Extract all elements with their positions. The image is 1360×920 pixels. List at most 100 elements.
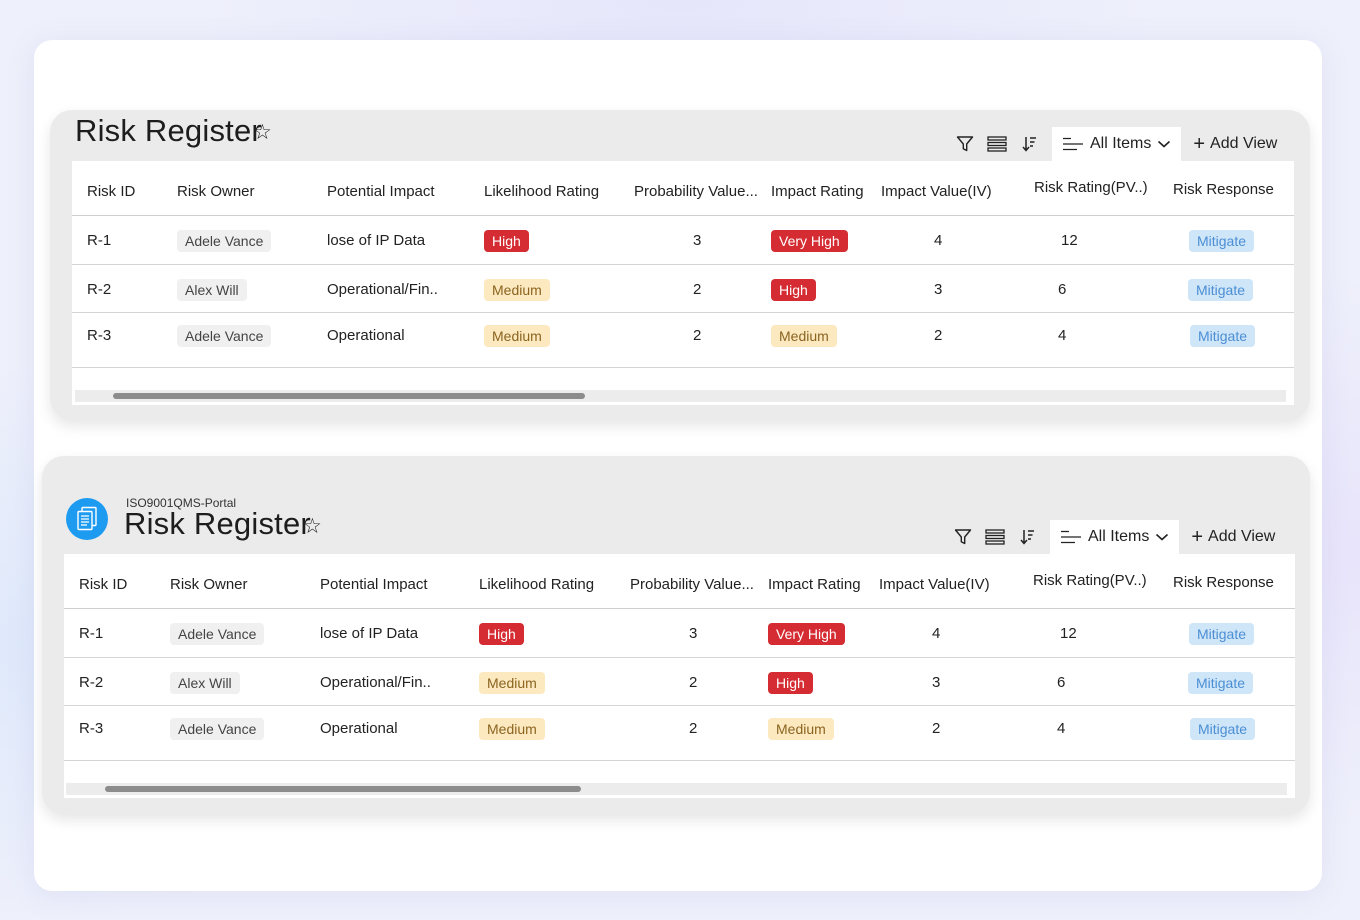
risk-response-badge: Mitigate	[1189, 230, 1255, 252]
horizontal-scrollbar[interactable]	[66, 783, 1287, 795]
probability-value: 3	[693, 232, 702, 249]
list-view-icon[interactable]	[984, 526, 1006, 548]
table-row[interactable]: R-1 Adele Vance lose of IP Data High 3 V…	[64, 609, 1295, 658]
impact-value: 3	[934, 281, 943, 298]
page-title: Risk Register	[75, 113, 262, 148]
impact-rating-badge: Very High	[771, 230, 848, 252]
page-title: Risk Register	[124, 506, 311, 541]
chevron-down-icon	[1156, 533, 1169, 541]
filter-icon[interactable]	[952, 526, 974, 548]
scrollbar-thumb[interactable]	[105, 786, 581, 792]
risk-response-badge: Mitigate	[1190, 325, 1256, 347]
table-row[interactable]: R-2 Alex Will Operational/Fin.. Medium 2…	[72, 265, 1294, 313]
impact-rating-badge: Medium	[771, 325, 837, 347]
risk-owner[interactable]: Adele Vance	[177, 325, 272, 347]
risk-rating: 12	[1060, 625, 1077, 642]
likelihood-badge: Medium	[479, 718, 545, 740]
plus-icon: +	[1193, 133, 1206, 155]
risk-id: R-1	[79, 625, 104, 642]
risk-owner[interactable]: Adele Vance	[170, 718, 265, 740]
potential-impact: Operational/Fin..	[327, 281, 438, 298]
potential-impact: Operational/Fin..	[320, 674, 431, 691]
column-header[interactable]: Potential Impact	[327, 183, 435, 200]
impact-rating-badge: Very High	[768, 623, 845, 645]
list-toolbar: All Items + Add View	[952, 520, 1275, 554]
column-header[interactable]: Probability Value...	[634, 183, 758, 200]
sort-icon[interactable]	[1018, 133, 1040, 155]
risk-rating: 6	[1058, 281, 1067, 298]
risk-id: R-2	[87, 281, 112, 298]
risk-rating: 6	[1057, 674, 1066, 691]
column-header[interactable]: Potential Impact	[320, 576, 428, 593]
column-header[interactable]: Likelihood Rating	[479, 576, 594, 593]
risk-register-panel-2: ISO9001QMS-Portal Risk Register ☆ All It…	[42, 456, 1310, 814]
risk-response-badge: Mitigate	[1189, 623, 1255, 645]
column-header[interactable]: Impact Rating	[771, 183, 864, 200]
likelihood-badge: High	[484, 230, 529, 252]
risk-rating: 4	[1058, 327, 1067, 344]
risk-owner[interactable]: Adele Vance	[170, 623, 265, 645]
horizontal-scrollbar[interactable]	[75, 390, 1286, 402]
column-header[interactable]: Impact Rating	[768, 576, 861, 593]
probability-value: 3	[689, 625, 698, 642]
column-header[interactable]: Risk Owner	[177, 183, 255, 200]
probability-value: 2	[693, 327, 702, 344]
chevron-down-icon	[1158, 140, 1171, 148]
table-row[interactable]: R-2 Alex Will Operational/Fin.. Medium 2…	[64, 658, 1295, 706]
risk-register-panel-1: Risk Register ☆ All Items + Add View Ris…	[50, 110, 1310, 420]
column-header[interactable]: Risk Rating(PV..)	[1033, 572, 1147, 589]
impact-value: 2	[934, 327, 943, 344]
view-selector[interactable]: All Items	[1050, 520, 1180, 554]
column-header[interactable]: Risk ID	[79, 576, 127, 593]
star-icon[interactable]: ☆	[253, 120, 272, 145]
impact-value: 4	[934, 232, 943, 249]
table-row[interactable]: R-3 Adele Vance Operational Medium 2 Med…	[64, 706, 1295, 761]
risk-id: R-1	[87, 232, 112, 249]
column-header[interactable]: Impact Value(IV)	[881, 183, 992, 200]
probability-value: 2	[689, 720, 698, 737]
view-selector-label: All Items	[1090, 135, 1152, 152]
risk-owner[interactable]: Alex Will	[177, 279, 247, 301]
column-header[interactable]: Risk ID	[87, 183, 135, 200]
site-logo-icon[interactable]	[66, 498, 108, 540]
column-header[interactable]: Likelihood Rating	[484, 183, 599, 200]
column-header[interactable]: Probability Value...	[630, 576, 754, 593]
column-header[interactable]: Risk Response	[1173, 574, 1274, 591]
risk-table: Risk ID Risk Owner Potential Impact Like…	[64, 554, 1295, 798]
table-row[interactable]: R-1 Adele Vance lose of IP Data High 3 V…	[72, 216, 1294, 265]
risk-owner[interactable]: Adele Vance	[177, 230, 272, 252]
sort-icon[interactable]	[1016, 526, 1038, 548]
likelihood-badge: Medium	[479, 672, 545, 694]
impact-rating-badge: Medium	[768, 718, 834, 740]
scrollbar-thumb[interactable]	[113, 393, 585, 399]
likelihood-badge: Medium	[484, 279, 550, 301]
risk-owner[interactable]: Alex Will	[170, 672, 240, 694]
potential-impact: lose of IP Data	[320, 625, 419, 642]
add-view-label: Add View	[1208, 528, 1276, 545]
table-row[interactable]: R-3 Adele Vance Operational Medium 2 Med…	[72, 313, 1294, 368]
column-header[interactable]: Risk Owner	[170, 576, 248, 593]
view-menu-icon	[1061, 530, 1081, 544]
probability-value: 2	[693, 281, 702, 298]
impact-rating-badge: High	[768, 672, 813, 694]
list-view-icon[interactable]	[986, 133, 1008, 155]
probability-value: 2	[689, 674, 698, 691]
risk-table: Risk ID Risk Owner Potential Impact Like…	[72, 161, 1294, 405]
potential-impact: Operational	[327, 327, 405, 344]
filter-icon[interactable]	[954, 133, 976, 155]
likelihood-badge: High	[479, 623, 524, 645]
risk-rating: 4	[1057, 720, 1066, 737]
star-icon[interactable]: ☆	[303, 514, 322, 539]
column-header[interactable]: Risk Response	[1173, 181, 1274, 198]
add-view-button[interactable]: + Add View	[1193, 134, 1277, 154]
plus-icon: +	[1191, 526, 1204, 548]
likelihood-badge: Medium	[484, 325, 550, 347]
add-view-label: Add View	[1210, 135, 1278, 152]
risk-response-badge: Mitigate	[1190, 718, 1256, 740]
column-header[interactable]: Impact Value(IV)	[879, 576, 990, 593]
risk-id: R-3	[87, 327, 112, 344]
view-selector[interactable]: All Items	[1052, 127, 1182, 161]
column-header[interactable]: Risk Rating(PV..)	[1034, 179, 1148, 196]
potential-impact: lose of IP Data	[327, 232, 426, 249]
add-view-button[interactable]: + Add View	[1191, 527, 1275, 547]
